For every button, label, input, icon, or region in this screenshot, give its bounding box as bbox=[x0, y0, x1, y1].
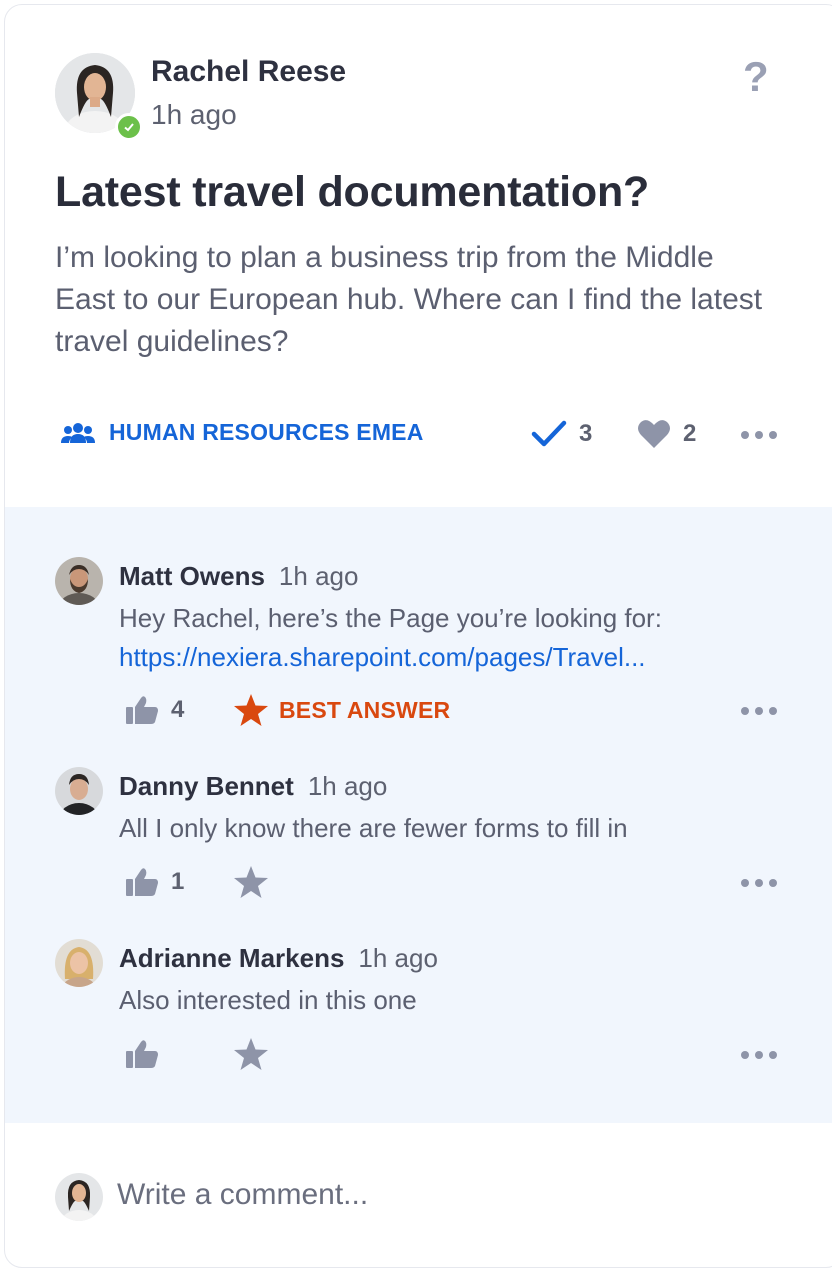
composer-avatar bbox=[55, 1173, 103, 1221]
star-icon bbox=[234, 866, 268, 898]
comment-link[interactable]: https://nexiera.sharepoint.com/pages/Tra… bbox=[119, 642, 646, 673]
comment-avatar[interactable] bbox=[55, 767, 103, 815]
comment-like-count: 1 bbox=[171, 868, 185, 895]
post-title: Latest travel documentation? bbox=[55, 168, 650, 216]
comment-header: Adrianne Markens 1h ago bbox=[119, 943, 438, 974]
composer-avatar-image bbox=[55, 1173, 103, 1221]
answers-count: 3 bbox=[579, 420, 593, 447]
group-tag-link[interactable]: HUMAN RESOURCES EMEA bbox=[61, 419, 424, 446]
thumbs-up-icon bbox=[126, 696, 158, 724]
comment-avatar-image bbox=[55, 939, 103, 987]
post-more-icon[interactable] bbox=[741, 431, 777, 439]
comment-more-icon[interactable] bbox=[741, 879, 777, 887]
best-answer-label: BEST ANSWER bbox=[279, 696, 451, 723]
best-answer-button[interactable] bbox=[233, 1037, 269, 1076]
comment-avatar-image bbox=[55, 557, 103, 605]
online-status-badge bbox=[115, 113, 143, 141]
star-icon bbox=[234, 694, 268, 726]
checkmark-icon bbox=[531, 420, 567, 447]
comment-text: Also interested in this one bbox=[119, 985, 417, 1015]
comment-like-count: 4 bbox=[171, 696, 185, 723]
comment-header: Matt Owens 1h ago bbox=[119, 561, 358, 592]
comment-avatar[interactable] bbox=[55, 939, 103, 987]
comment-header: Danny Bennet 1h ago bbox=[119, 771, 387, 802]
likes-stat[interactable]: 2 bbox=[637, 419, 696, 449]
comment-like-button[interactable]: 1 bbox=[125, 867, 184, 897]
post-timestamp: 1h ago bbox=[151, 99, 237, 130]
post-author-name[interactable]: Rachel Reese bbox=[151, 55, 346, 89]
best-answer-button[interactable] bbox=[233, 865, 269, 904]
post-body: I’m looking to plan a business trip from… bbox=[55, 241, 763, 358]
best-answer-button[interactable]: BEST ANSWER bbox=[233, 693, 450, 727]
comment-like-button[interactable] bbox=[125, 1039, 159, 1069]
comment-avatar-image bbox=[55, 767, 103, 815]
answers-stat[interactable]: 3 bbox=[531, 419, 592, 449]
thumbs-up-icon bbox=[126, 1040, 158, 1068]
group-tag-label: HUMAN RESOURCES EMEA bbox=[109, 419, 424, 445]
star-icon bbox=[234, 1038, 268, 1070]
comment-avatar[interactable] bbox=[55, 557, 103, 605]
comment-author[interactable]: Matt Owens bbox=[119, 561, 265, 591]
comment-more-icon[interactable] bbox=[741, 1051, 777, 1059]
group-icon bbox=[61, 422, 95, 443]
comments-section: Matt Owens 1h ago Hey Rachel, here’s the … bbox=[5, 507, 832, 1123]
comment-timestamp: 1h ago bbox=[307, 771, 388, 801]
comment-like-button[interactable]: 4 bbox=[125, 695, 184, 725]
comment-text: Hey Rachel, here’s the Page you’re looki… bbox=[119, 603, 662, 633]
thumbs-up-icon bbox=[126, 868, 158, 896]
check-small-icon bbox=[124, 123, 134, 132]
likes-count: 2 bbox=[683, 420, 697, 447]
comment-timestamp: 1h ago bbox=[358, 943, 438, 973]
comment-author[interactable]: Danny Bennet bbox=[119, 771, 294, 801]
comment-input[interactable] bbox=[117, 1178, 717, 1212]
comment-more-icon[interactable] bbox=[741, 707, 777, 715]
post-card: Rachel Reese 1h ago ? Latest travel docu… bbox=[4, 4, 832, 1268]
comment-author[interactable]: Adrianne Markens bbox=[119, 943, 344, 973]
help-icon[interactable]: ? bbox=[743, 53, 769, 101]
comment-timestamp: 1h ago bbox=[278, 561, 359, 591]
heart-icon bbox=[638, 420, 670, 448]
comment-text: All I only know there are fewer forms to… bbox=[119, 813, 628, 843]
